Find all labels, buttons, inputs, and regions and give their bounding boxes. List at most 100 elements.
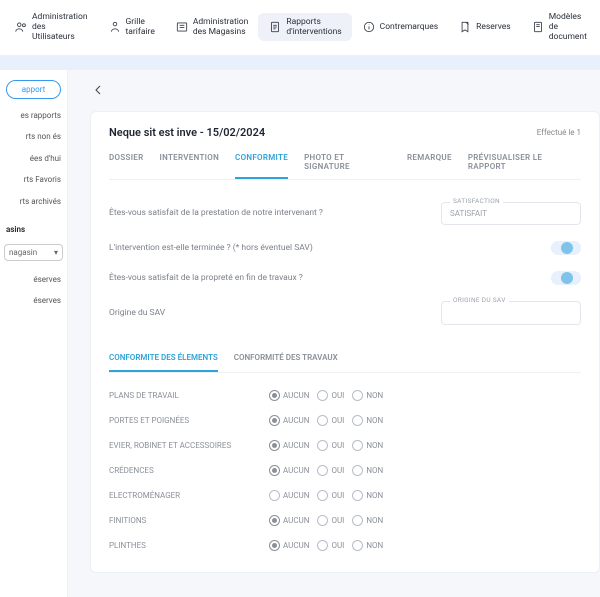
finished-toggle[interactable] (551, 241, 581, 255)
radio-non[interactable]: NON (352, 390, 383, 401)
bookmark-icon (458, 20, 472, 34)
radio-label: AUCUN (283, 416, 309, 425)
radio-label: NON (366, 491, 383, 500)
sidebar-item[interactable]: éserves (0, 269, 67, 291)
radio-aucun[interactable]: AUCUN (269, 465, 309, 476)
sidebar-item[interactable]: es rapports (0, 105, 67, 127)
question-finished: L'intervention est-elle terminée ? (* ho… (109, 243, 551, 253)
topnav-template[interactable]: Modèles de document (521, 8, 597, 47)
radio-label: NON (366, 441, 383, 450)
radio-non[interactable]: NON (352, 465, 383, 476)
tab-remarque[interactable]: REMARQUE (407, 153, 452, 179)
radio-label: AUCUN (283, 541, 309, 550)
satisfaction-value: SATISFAIT (450, 209, 572, 218)
topnav-bookmark[interactable]: Reserves (448, 16, 521, 38)
tab-intervention[interactable]: INTERVENTION (160, 153, 220, 179)
element-name: PLINTHES (109, 541, 269, 550)
element-row: ELECTROMÉNAGERAUCUNOUINON (109, 483, 581, 508)
back-arrow-icon[interactable] (90, 82, 106, 98)
users-icon (14, 20, 28, 34)
radio-oui[interactable]: OUI (317, 390, 344, 401)
radio-aucun[interactable]: AUCUN (269, 440, 309, 451)
radio-label: OUI (331, 516, 344, 525)
report-date: Effectué le 1 (537, 128, 581, 137)
radio-label: OUI (331, 541, 344, 550)
origin-label: ORIGINE DU SAV (450, 296, 509, 304)
satisfaction-label: SATISFACTION (450, 197, 503, 205)
element-name: EVIER, ROBINET ET ACCESSOIRES (109, 441, 269, 450)
sidebar-item[interactable]: rts archivés (0, 191, 67, 213)
radio-oui[interactable]: OUI (317, 415, 344, 426)
element-name: CRÉDENCES (109, 466, 269, 475)
sidebar-item[interactable]: rts non és (0, 126, 67, 148)
radio-label: AUCUN (283, 441, 309, 450)
radio-aucun[interactable]: AUCUN (269, 415, 309, 426)
new-report-button[interactable]: apport (6, 80, 61, 99)
radio-aucun[interactable]: AUCUN (269, 390, 309, 401)
radio-label: OUI (331, 491, 344, 500)
topnav-label: Reserves (476, 22, 511, 32)
topnav-label: Administration des Magasins (193, 17, 249, 37)
radio-label: NON (366, 416, 383, 425)
radio-non[interactable]: NON (352, 440, 383, 451)
radio-label: OUI (331, 441, 344, 450)
element-name: PORTES ET POIGNÉES (109, 416, 269, 425)
rate-icon (108, 20, 122, 34)
chevron-down-icon: ▾ (54, 248, 58, 257)
tab-conformite[interactable]: CONFORMITE (235, 153, 288, 179)
radio-label: NON (366, 391, 383, 400)
element-row: EVIER, ROBINET ET ACCESSOIRES AUCUN OUI NON (109, 433, 581, 458)
radio-non[interactable]: NON (352, 540, 383, 551)
question-origin: Origine du SAV (109, 308, 441, 318)
sidebar-item[interactable]: éserves (0, 290, 67, 312)
radio-non[interactable]: NON (352, 415, 383, 426)
topnav-label: Contremarques (380, 22, 438, 32)
radio-label: AUCUN (283, 491, 309, 500)
tab-dossier[interactable]: DOSSIER (109, 153, 144, 179)
clean-toggle[interactable] (551, 271, 581, 285)
radio-aucun[interactable]: AUCUN (269, 515, 309, 526)
topnav-users[interactable]: Administration des Utilisateurs (4, 8, 98, 47)
radio-non[interactable]: NON (352, 490, 383, 501)
element-row: PORTES ET POIGNÉES AUCUN OUI NON (109, 408, 581, 433)
topnav-label: Administration des Utilisateurs (32, 12, 88, 43)
radio-oui[interactable]: OUI (317, 540, 344, 551)
element-row: PLANS DE TRAVAILAUCUNOUINON (109, 383, 581, 408)
info-icon (362, 20, 376, 34)
element-name: FINITIONS (109, 516, 269, 525)
topnav-stores[interactable]: Administration des Magasins (165, 13, 259, 41)
sidebar-item[interactable]: ées d'hui (0, 148, 67, 170)
radio-label: OUI (331, 416, 344, 425)
topnav-doc[interactable]: Rapports d'interventions (258, 13, 351, 41)
subtab-1[interactable]: CONFORMITÉ DES TRAVAUX (234, 353, 338, 372)
radio-label: NON (366, 541, 383, 550)
radio-aucun[interactable]: AUCUN (269, 490, 309, 501)
radio-label: AUCUN (283, 516, 309, 525)
tab-pr-visualiser-le-rapport[interactable]: PRÉVISUALISER LE RAPPORT (468, 153, 581, 179)
topnav-rate[interactable]: Grille tarifaire (98, 13, 165, 41)
radio-oui[interactable]: OUI (317, 465, 344, 476)
subtab-0[interactable]: CONFORMITE DES ÉLEMENTS (109, 353, 218, 372)
tab-photo-et-signature[interactable]: PHOTO ET SIGNATURE (304, 153, 391, 179)
radio-oui[interactable]: OUI (317, 440, 344, 451)
radio-label: AUCUN (283, 466, 309, 475)
stores-icon (175, 20, 189, 34)
report-title: Neque sit est inve - 15/02/2024 (109, 126, 265, 139)
radio-oui[interactable]: OUI (317, 515, 344, 526)
question-clean: Êtes-vous satisfait de la propreté en fi… (109, 273, 551, 283)
store-select[interactable]: nagasin ▾ (4, 244, 63, 261)
radio-non[interactable]: NON (352, 515, 383, 526)
origin-input[interactable]: ORIGINE DU SAV (441, 301, 581, 325)
sidebar-item[interactable]: rts Favoris (0, 169, 67, 191)
radio-aucun[interactable]: AUCUN (269, 540, 309, 551)
radio-oui[interactable]: OUI (317, 490, 344, 501)
element-row: FINITIONS AUCUN OUI NON (109, 508, 581, 533)
radio-label: NON (366, 466, 383, 475)
sidebar-section-stores: asins (0, 217, 67, 236)
topnav-info[interactable]: Contremarques (352, 16, 448, 38)
radio-label: OUI (331, 391, 344, 400)
radio-label: NON (366, 516, 383, 525)
template-icon (531, 20, 545, 34)
element-row: PLINTHES AUCUN OUI NON (109, 533, 581, 558)
satisfaction-select[interactable]: SATISFACTION SATISFAIT (441, 202, 581, 225)
